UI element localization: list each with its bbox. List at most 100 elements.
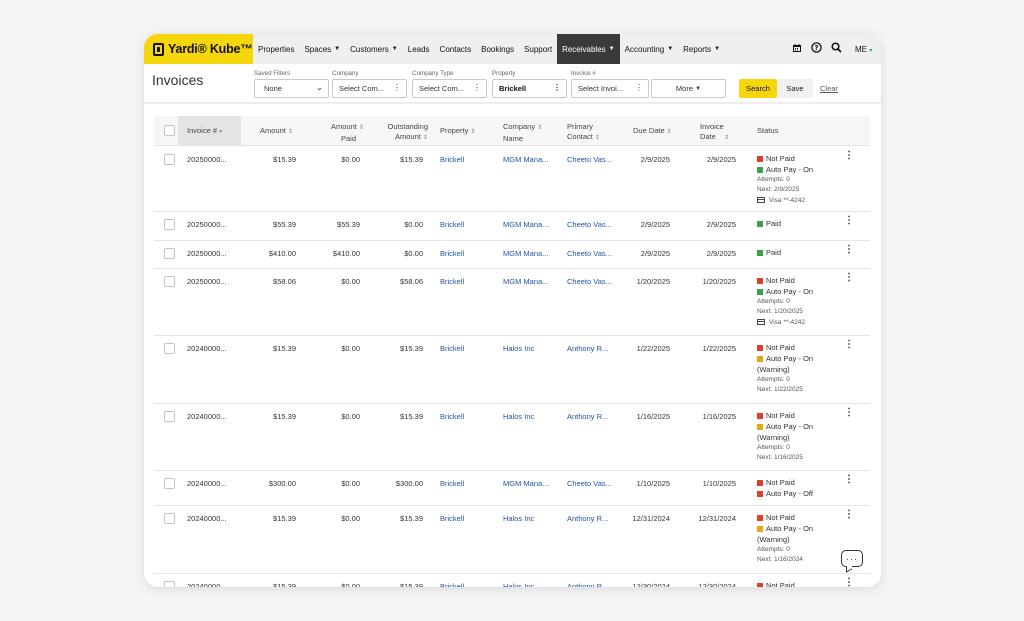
header-invoice[interactable]: Invoice # ▾ — [178, 116, 241, 146]
contact-link[interactable]: Cheeto Vas... — [567, 479, 612, 488]
help-icon[interactable]: ? — [811, 42, 822, 56]
row-checkbox[interactable] — [164, 513, 175, 524]
contact-link[interactable]: Cheeto Vas... — [567, 277, 612, 286]
status-text: Auto Pay - On — [766, 524, 814, 533]
nav-item-customers[interactable]: Customers ▼ — [345, 34, 403, 64]
nav-item-support[interactable]: Support — [519, 34, 557, 64]
status-text: (Warning) — [757, 433, 790, 442]
contact-link[interactable]: Anthony R... — [567, 412, 608, 421]
header-contact[interactable]: Primary Contact ⇕ — [567, 122, 600, 143]
invoice-number[interactable]: 20250000... — [187, 249, 227, 258]
header-amount[interactable]: Amount ⇕ — [260, 126, 293, 138]
search-button[interactable]: Search — [739, 79, 777, 98]
amount: $15.39 — [273, 514, 296, 523]
company-link[interactable]: Halos Inc — [503, 514, 534, 523]
row-checkbox[interactable] — [164, 276, 175, 287]
chat-icon[interactable]: ··· — [841, 550, 863, 567]
row-checkbox[interactable] — [164, 343, 175, 354]
company-link[interactable]: Halos Inc — [503, 412, 534, 421]
row-checkbox[interactable] — [164, 478, 175, 489]
contact-link[interactable]: Cheeto Vas... — [567, 155, 612, 164]
more-vertical-icon[interactable]: ⋮ — [844, 216, 854, 226]
user-menu[interactable]: ME ▾ — [855, 45, 872, 54]
more-vertical-icon[interactable]: ⋮ — [844, 245, 854, 255]
nav-item-properties[interactable]: Properties — [253, 34, 299, 64]
outstanding-amount: $15.39 — [400, 514, 423, 523]
company-link[interactable]: Halos Inc — [503, 582, 534, 587]
header-property[interactable]: Property ⇕ — [440, 126, 475, 138]
contact-link[interactable]: Anthony R... — [567, 514, 608, 523]
payment-card: Visa **-4242 — [757, 195, 813, 205]
autopay-meta: Next: 1/22/2025 — [757, 386, 803, 393]
company-type-select[interactable]: Select Com... ⋮ — [412, 79, 487, 98]
row-checkbox[interactable] — [164, 248, 175, 259]
invoice-number[interactable]: 20250000... — [187, 277, 227, 286]
row-checkbox[interactable] — [164, 219, 175, 230]
invoice-number[interactable]: 20240000... — [187, 479, 227, 488]
save-button[interactable]: Save — [777, 79, 813, 98]
row-checkbox[interactable] — [164, 581, 175, 587]
header-amount-paid[interactable]: Amount ⇕ Paid — [322, 122, 364, 143]
more-vertical-icon[interactable]: ⋮ — [844, 510, 854, 520]
row-checkbox[interactable] — [164, 411, 175, 422]
brand-logo[interactable]: Yardi® Kube™ — [144, 34, 253, 64]
property-link[interactable]: Brickell — [440, 514, 464, 523]
select-all-checkbox[interactable] — [164, 125, 175, 136]
header-company[interactable]: Company ⇕ Name — [503, 122, 542, 143]
nav-item-contacts[interactable]: Contacts — [435, 34, 477, 64]
property-select[interactable]: Brickell ⋮ — [492, 79, 567, 98]
more-vertical-icon[interactable]: ⋮ — [844, 273, 854, 283]
nav-item-spaces[interactable]: Spaces ▼ — [299, 34, 345, 64]
header-outstanding[interactable]: Outstanding Amount ⇕ — [376, 122, 428, 143]
calendar-icon[interactable] — [792, 43, 802, 56]
company-link[interactable]: Halos Inc — [503, 344, 534, 353]
property-link[interactable]: Brickell — [440, 220, 464, 229]
property-link[interactable]: Brickell — [440, 412, 464, 421]
contact-link[interactable]: Anthony R... — [567, 344, 608, 353]
nav-item-receivables[interactable]: Receivables ▼ — [557, 34, 620, 64]
company-link[interactable]: MGM Mana... — [503, 155, 548, 164]
more-vertical-icon[interactable]: ⋮ — [844, 578, 854, 588]
more-vertical-icon[interactable]: ⋮ — [844, 408, 854, 418]
property-link[interactable]: Brickell — [440, 344, 464, 353]
nav-item-reports[interactable]: Reports ▼ — [678, 34, 725, 64]
more-vertical-icon[interactable]: ⋮ — [844, 151, 854, 161]
row-checkbox[interactable] — [164, 154, 175, 165]
property-link[interactable]: Brickell — [440, 155, 464, 164]
amount: $58.06 — [273, 277, 296, 286]
property-link[interactable]: Brickell — [440, 277, 464, 286]
clear-link[interactable]: Clear — [820, 84, 838, 93]
invoice-number[interactable]: 20240000... — [187, 582, 227, 587]
header-invoice-date[interactable]: Invoice Date ⇕ — [700, 122, 729, 143]
company-link[interactable]: MGM Mana... — [503, 220, 548, 229]
outstanding-amount: $300.00 — [395, 479, 423, 488]
invoice-number[interactable]: 20240000... — [187, 514, 227, 523]
nav-item-accounting[interactable]: Accounting ▼ — [620, 34, 679, 64]
company-link[interactable]: MGM Mana... — [503, 249, 548, 258]
more-filters-button[interactable]: More ▼ — [651, 79, 726, 98]
property-link[interactable]: Brickell — [440, 582, 464, 587]
company-select[interactable]: Select Com... ⋮ — [332, 79, 407, 98]
invoice-number[interactable]: 20240000... — [187, 412, 227, 421]
invoice-number[interactable]: 20240000... — [187, 344, 227, 353]
contact-link[interactable]: Cheeto Vas... — [567, 220, 612, 229]
search-icon[interactable] — [831, 42, 842, 56]
contact-link[interactable]: Anthony R... — [567, 582, 608, 587]
company-link[interactable]: MGM Mana... — [503, 277, 548, 286]
nav-item-label: Contacts — [439, 44, 472, 54]
invoice-no-select[interactable]: Select Invoi... ⋮ — [571, 79, 649, 98]
nav-item-leads[interactable]: Leads — [403, 34, 435, 64]
company-link[interactable]: MGM Mana... — [503, 479, 548, 488]
invoice-number[interactable]: 20250000... — [187, 155, 227, 164]
more-vertical-icon[interactable]: ⋮ — [844, 340, 854, 350]
more-vertical-icon[interactable]: ⋮ — [844, 475, 854, 485]
property-link[interactable]: Brickell — [440, 249, 464, 258]
saved-filters-select[interactable]: None ⌄ — [254, 79, 329, 98]
nav-item-bookings[interactable]: Bookings — [476, 34, 519, 64]
status-line: Auto Pay - On — [757, 421, 813, 432]
header-due-date[interactable]: Due Date ⇕ — [633, 126, 672, 138]
property-link[interactable]: Brickell — [440, 479, 464, 488]
invoice-number[interactable]: 20250000... — [187, 220, 227, 229]
kebab-icon: ⋮ — [393, 83, 401, 92]
contact-link[interactable]: Cheeto Vas... — [567, 249, 612, 258]
